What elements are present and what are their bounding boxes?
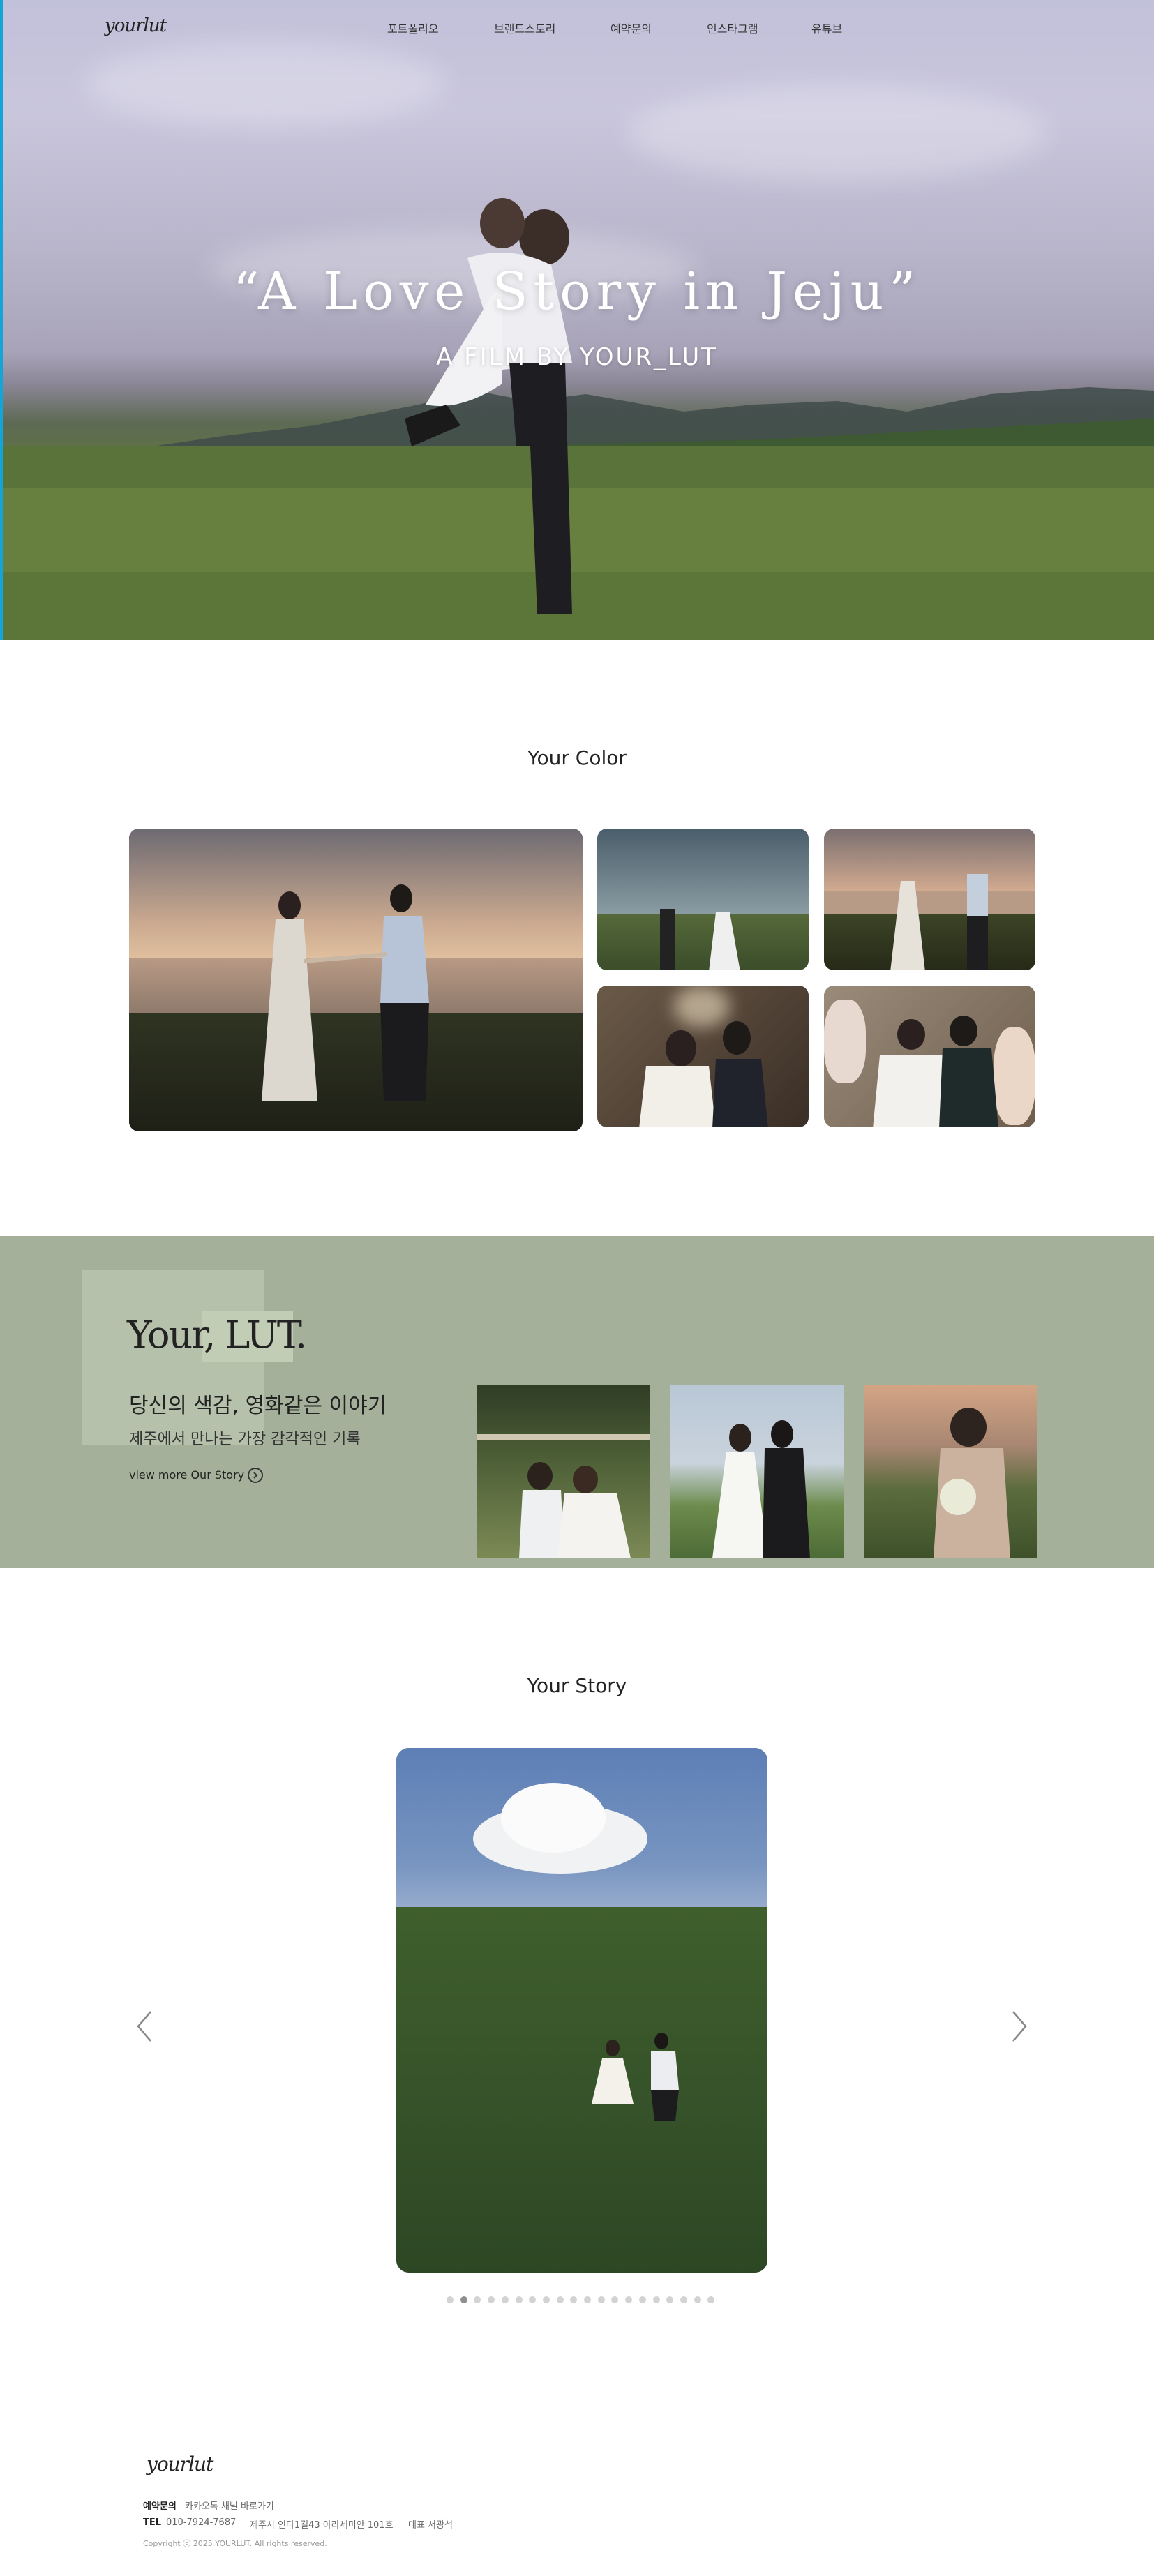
couple-silhouette xyxy=(639,1021,768,1127)
footer-address: 제주시 인다1길43 아라세미안 101호 xyxy=(250,2520,394,2531)
couple-silhouette xyxy=(873,1016,998,1127)
footer-copyright: Copyright ⓒ 2025 YOURLUT. All rights res… xyxy=(143,2539,327,2548)
sky-cloud xyxy=(628,84,1047,181)
carousel-dot[interactable] xyxy=(584,2296,591,2303)
carousel-dot[interactable] xyxy=(625,2296,633,2303)
hero-section: yourlut 포트폴리오 브랜드스토리 예약문의 인스타그램 유튜브 “A L… xyxy=(0,0,1154,640)
carousel-dot[interactable] xyxy=(597,2296,605,2303)
color-photo-4[interactable] xyxy=(597,986,809,1127)
carousel-dot[interactable] xyxy=(515,2296,523,2303)
carousel-dot[interactable] xyxy=(460,2296,467,2303)
footer-tel: 010-7924-7687 xyxy=(166,2517,237,2528)
story-carousel-slide[interactable] xyxy=(396,1748,767,2273)
lut-tagline: 당신의 색감, 영화같은 이야기 xyxy=(129,1394,387,1418)
carousel-dot[interactable] xyxy=(447,2296,454,2303)
color-photo-2[interactable] xyxy=(597,829,809,970)
carousel-dot[interactable] xyxy=(529,2296,537,2303)
carousel-dot[interactable] xyxy=(680,2296,687,2303)
your-story-title: Your Story xyxy=(527,1674,627,1697)
carousel-dot[interactable] xyxy=(638,2296,646,2303)
lut-title: Your, LUT. xyxy=(127,1313,307,1357)
lut-photo-3[interactable] xyxy=(864,1385,1037,1558)
bride-silhouette xyxy=(934,1408,1010,1558)
nav-item-reservation[interactable]: 예약문의 xyxy=(610,20,652,36)
hero-couple-figure xyxy=(405,198,572,614)
hero-title: “A Love Story in Jeju” xyxy=(232,262,922,322)
carousel-dot[interactable] xyxy=(611,2296,619,2303)
color-photo-5[interactable] xyxy=(824,986,1035,1127)
couple-silhouette xyxy=(262,884,429,1101)
color-photo-main[interactable] xyxy=(129,829,583,1131)
carousel-next-arrow-icon[interactable] xyxy=(1009,2009,1030,2044)
carousel-dot[interactable] xyxy=(488,2296,495,2303)
carousel-dot[interactable] xyxy=(707,2296,715,2303)
lut-photo-1[interactable] xyxy=(477,1385,650,1558)
arrow-circle-icon[interactable] xyxy=(248,1468,263,1483)
view-more-link[interactable]: view more Our Story xyxy=(129,1468,244,1482)
nav-item-youtube[interactable]: 유튜브 xyxy=(811,20,842,36)
lut-description: 제주에서 만나는 가장 감각적인 기록 xyxy=(129,1431,361,1448)
carousel-dot[interactable] xyxy=(666,2296,674,2303)
carousel-dot[interactable] xyxy=(570,2296,578,2303)
carousel-dot[interactable] xyxy=(652,2296,660,2303)
footer-tel-label: TEL xyxy=(143,2517,162,2528)
color-photo-3[interactable] xyxy=(824,829,1035,970)
hero-subtitle: A FILM BY YOUR_LUT xyxy=(436,343,718,371)
sky-cloud xyxy=(84,42,447,126)
couple-silhouette xyxy=(592,2033,679,2121)
carousel-dot[interactable] xyxy=(501,2296,509,2303)
footer-contact-label: 예약문의 xyxy=(143,2501,177,2512)
couple-silhouette xyxy=(660,909,740,970)
couple-silhouette xyxy=(712,1420,810,1558)
carousel-prev-arrow-icon[interactable] xyxy=(134,2009,155,2044)
nav-item-portfolio[interactable]: 포트폴리오 xyxy=(387,20,439,36)
footer-ceo: 대표 서광석 xyxy=(408,2520,453,2531)
nav-item-brand-story[interactable]: 브랜드스토리 xyxy=(494,20,555,36)
main-nav: 포트폴리오 브랜드스토리 예약문의 인스타그램 유튜브 xyxy=(0,20,1154,36)
couple-silhouette xyxy=(519,1462,631,1558)
carousel-dot[interactable] xyxy=(542,2296,550,2303)
kakao-channel-link[interactable]: 카카오톡 채널 바로가기 xyxy=(185,2499,274,2512)
carousel-dot[interactable] xyxy=(474,2296,481,2303)
lut-photo-2[interactable] xyxy=(670,1385,844,1558)
couple-silhouette xyxy=(890,874,988,970)
your-color-title: Your Color xyxy=(527,746,627,769)
carousel-dot[interactable] xyxy=(556,2296,564,2303)
footer-logo[interactable]: yourlut xyxy=(147,2453,213,2476)
nav-item-instagram[interactable]: 인스타그램 xyxy=(707,20,758,36)
carousel-dot[interactable] xyxy=(694,2296,701,2303)
